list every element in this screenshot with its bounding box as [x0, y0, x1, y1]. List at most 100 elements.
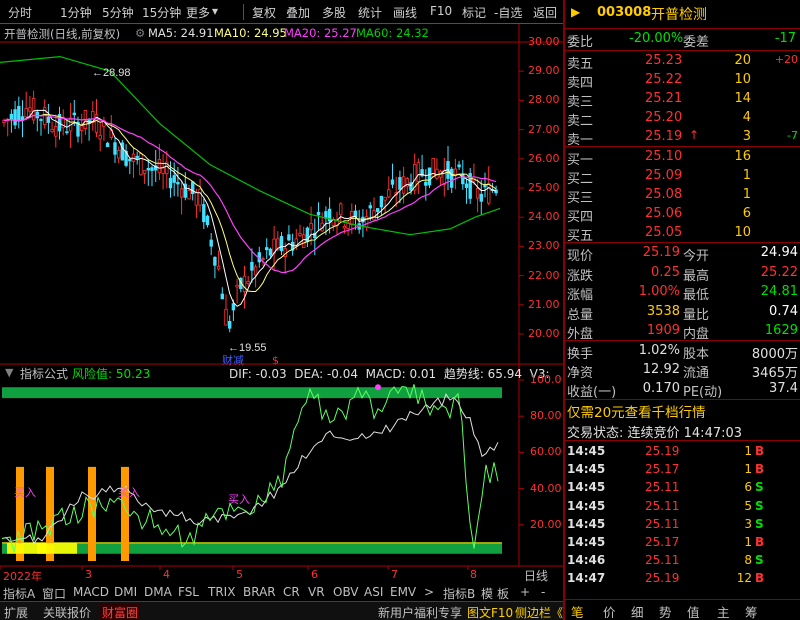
ask-row[interactable]: 卖三 25.21 14: [565, 90, 800, 110]
weicha-value: -17: [774, 31, 796, 46]
tab-value[interactable]: 值: [687, 602, 700, 620]
bid-price: 25.10: [645, 149, 683, 164]
candle-body: [287, 234, 291, 241]
menu-1min[interactable]: 1分钟: [60, 4, 92, 21]
bid-row[interactable]: 买五 25.05 10: [565, 224, 800, 244]
menu-f10[interactable]: F10: [430, 4, 452, 18]
tab-fsl[interactable]: FSL: [178, 585, 199, 599]
candle-body: [187, 189, 191, 200]
menu-mark[interactable]: 标记: [462, 4, 486, 21]
indicator-header: ▼ 指标公式 风险值: 50.23 DIF: -0.03 DEA: -0.04 …: [0, 365, 563, 381]
month-label: 3: [85, 568, 92, 581]
ask-row[interactable]: 卖五 25.23 20 +20: [565, 52, 800, 72]
moving-average-lines: ←28.98←19.55财减 $: [0, 55, 501, 367]
period-day-label[interactable]: 日线: [524, 567, 548, 584]
tick-row: 14:45 25.11 6 S: [567, 480, 764, 495]
candle-body: [13, 109, 17, 126]
zoom-out-button[interactable]: -: [541, 585, 545, 599]
candle-body: [205, 215, 210, 226]
indicator-values: DIF: -0.03 DEA: -0.04 MACD: 0.01 趋势线: 65…: [229, 367, 550, 381]
price-axis-label: 26.00: [528, 151, 560, 165]
chevron-down-icon[interactable]: ▾: [212, 4, 218, 18]
candle-body: [279, 236, 284, 252]
menu-fenshi[interactable]: 分时: [8, 4, 32, 21]
candle-body: [390, 179, 395, 185]
tab-trix[interactable]: TRIX: [208, 585, 235, 599]
candle-body: [65, 131, 69, 134]
candle-body: [253, 266, 258, 276]
bid-volume: 1: [742, 168, 751, 183]
tab-dmi[interactable]: DMI: [114, 585, 137, 599]
bottom-related-quote[interactable]: 关联报价: [43, 604, 91, 620]
play-icon[interactable]: ▶: [571, 5, 580, 19]
tab-trades[interactable]: 笔: [571, 602, 584, 620]
indicator-name[interactable]: 指标公式: [20, 365, 68, 382]
tab-vr[interactable]: VR: [308, 585, 325, 599]
menu-stats[interactable]: 统计: [358, 4, 382, 21]
bottom-sidebar[interactable]: 侧边栏《: [515, 604, 563, 620]
menu-overlay[interactable]: 叠加: [286, 4, 310, 21]
price-axis-label: 20.00: [528, 327, 560, 340]
menu-fuquan[interactable]: 复权: [252, 4, 276, 21]
candle-body: [46, 116, 51, 123]
menu-watchlist[interactable]: -自选: [494, 4, 522, 21]
bottom-f10[interactable]: 图文F10: [467, 604, 513, 620]
triangle-icon[interactable]: ▼: [5, 366, 13, 379]
promo-row[interactable]: 仅需20元查看千档行情: [565, 400, 800, 421]
tab-indicator-a[interactable]: 指标A: [3, 585, 35, 602]
buy-signal-label: 买入: [118, 486, 140, 499]
tab-price[interactable]: 价: [603, 602, 616, 620]
ask-row[interactable]: 卖一 25.19 3 -7: [565, 128, 800, 148]
settings-icon[interactable]: ⚙: [135, 26, 145, 40]
stat-value: 24.94: [760, 245, 798, 260]
bottom-new-user[interactable]: 新用户福利专享: [378, 604, 462, 620]
tab-board[interactable]: 板: [497, 585, 509, 602]
tab-chips[interactable]: 筹: [745, 602, 758, 620]
price-axis-label: 25.00: [528, 181, 560, 194]
candle-body: [9, 113, 14, 120]
bottom-wealth-circle[interactable]: 财富圈: [100, 604, 141, 620]
menu-back[interactable]: 返回: [533, 4, 557, 21]
stat-value: 25.19: [642, 245, 680, 260]
chevron-right-icon[interactable]: >: [424, 585, 434, 599]
bid-row[interactable]: 买三 25.08 1: [565, 186, 800, 206]
candlestick-series: [2, 90, 498, 333]
menu-5min[interactable]: 5分钟: [102, 4, 134, 21]
tab-detail[interactable]: 细: [631, 602, 644, 620]
zoom-in-button[interactable]: +: [520, 585, 530, 599]
candle-body: [176, 182, 180, 185]
bid-row[interactable]: 买一 25.10 16: [565, 148, 800, 168]
candle-body: [146, 168, 150, 171]
tab-cr[interactable]: CR: [283, 585, 300, 599]
tab-main[interactable]: 主: [717, 602, 730, 620]
ask-row[interactable]: 卖二 25.20 4: [565, 109, 800, 129]
ask-row[interactable]: 卖四 25.22 10: [565, 71, 800, 91]
menu-more[interactable]: 更多: [186, 4, 210, 21]
tab-window[interactable]: 窗口: [42, 585, 66, 602]
indicator-axis-label: 40.00: [530, 481, 562, 495]
bid-row[interactable]: 买二 25.09 1: [565, 167, 800, 187]
main-chart[interactable]: ←28.98←19.55财减 $ 买入 买入买入: [0, 0, 563, 600]
tab-trend[interactable]: 势: [659, 602, 672, 620]
menu-multistock[interactable]: 多股: [322, 4, 346, 21]
signal-block: [37, 542, 77, 554]
bottom-bar: 扩展 关联报价 财富圈 新用户福利专享 图文F10 侧边栏《: [0, 601, 563, 620]
menu-15min[interactable]: 15分钟: [142, 4, 181, 21]
fund-value: 37.4: [769, 381, 798, 396]
tab-macd[interactable]: MACD: [73, 585, 109, 599]
bottom-expand[interactable]: 扩展: [4, 604, 28, 620]
tab-emv[interactable]: EMV: [390, 585, 416, 599]
bid-row[interactable]: 买四 25.06 6: [565, 205, 800, 225]
menu-drawline[interactable]: 画线: [393, 4, 417, 21]
indicator-axis-label: 80.00: [530, 409, 562, 423]
tab-dma[interactable]: DMA: [144, 585, 172, 599]
stat-value: 24.81: [760, 284, 798, 299]
tab-obv[interactable]: OBV: [333, 585, 359, 599]
fund-value: 1.02%: [638, 343, 680, 358]
tab-asi[interactable]: ASI: [364, 585, 383, 599]
candle-body: [457, 164, 461, 168]
promo-text[interactable]: 仅需20元查看千档行情: [567, 401, 706, 421]
tab-indicator-b[interactable]: 指标B: [443, 585, 475, 602]
tab-template[interactable]: 模: [481, 585, 493, 602]
tab-brar[interactable]: BRAR: [243, 585, 276, 599]
